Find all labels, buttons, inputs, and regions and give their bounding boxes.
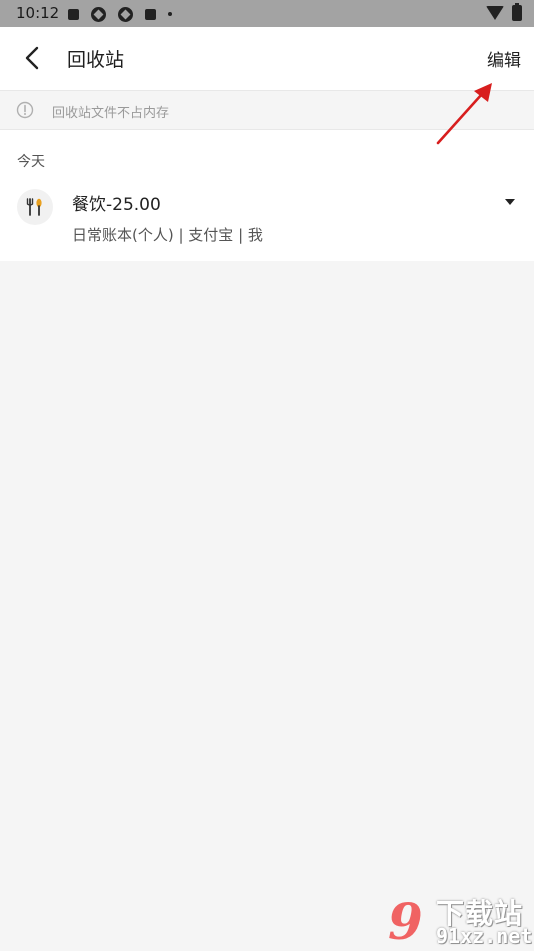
aperture-icon-2 [118, 6, 133, 22]
status-time: 10:12 [16, 4, 60, 22]
notice-text: 回收站文件不占内存 [52, 106, 170, 121]
date-header: 今天 [17, 154, 45, 170]
record-subtitle: 日常账本(个人) | 支付宝 | 我 [72, 226, 263, 244]
back-arrow-icon[interactable] [20, 45, 46, 71]
status-bar: 10:12 [0, 0, 534, 27]
notification-square-icon-2 [145, 8, 156, 20]
site-watermark: 9 下载站 91xz.net [388, 888, 534, 951]
status-right [486, 3, 522, 21]
info-icon [16, 101, 34, 119]
annotation-arrow-icon [436, 83, 492, 145]
list-item[interactable]: 餐饮-25.00 日常账本(个人) | 支付宝 | 我 [0, 182, 534, 261]
edit-button[interactable]: 编辑 [487, 46, 521, 71]
watermark-url: 91xz.net [436, 924, 533, 948]
battery-icon [512, 3, 522, 21]
watermark-logo: 9 [388, 892, 423, 951]
aperture-icon [91, 6, 106, 22]
page-title: 回收站 [67, 49, 125, 71]
category-avatar [17, 189, 53, 225]
expand-caret-icon[interactable] [505, 199, 515, 205]
wifi-icon [486, 6, 504, 20]
notification-icons [68, 6, 184, 22]
record-title: 餐饮-25.00 [72, 195, 161, 215]
utensils-icon [26, 198, 42, 216]
notification-square-icon [68, 8, 79, 20]
more-notifications-dot-icon [168, 12, 172, 16]
